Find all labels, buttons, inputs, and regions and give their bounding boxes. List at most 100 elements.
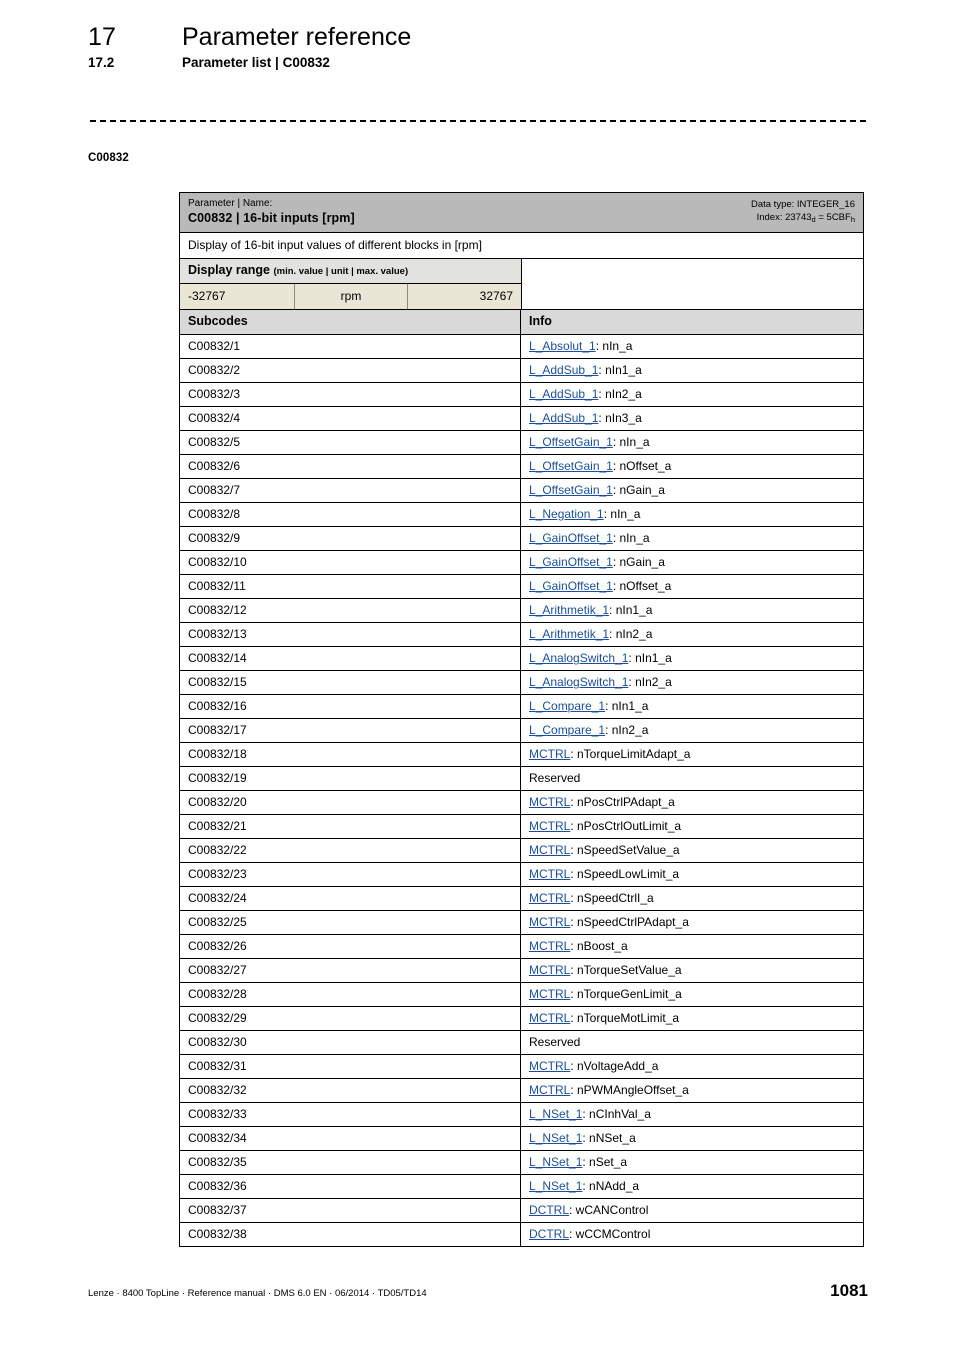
- signal-name: : nNSet_a: [582, 1131, 636, 1145]
- subcode-cell: C00832/36: [180, 1175, 521, 1198]
- subcode-cell: C00832/15: [180, 671, 521, 694]
- subcode-cell: C00832/29: [180, 1007, 521, 1030]
- table-row: C00832/18 MCTRL: nTorqueLimitAdapt_a: [180, 743, 863, 767]
- function-block-link[interactable]: MCTRL: [529, 915, 570, 929]
- signal-name: : nSpeedLowLimit_a: [570, 867, 680, 881]
- table-row: C00832/36 L_NSet_1: nNAdd_a: [180, 1175, 863, 1199]
- function-block-link[interactable]: L_Arithmetik_1: [529, 603, 609, 617]
- info-cell: L_NSet_1: nNAdd_a: [521, 1175, 863, 1198]
- function-block-link[interactable]: MCTRL: [529, 795, 570, 809]
- info-cell: MCTRL: nPosCtrlOutLimit_a: [521, 815, 863, 838]
- function-block-link[interactable]: L_GainOffset_1: [529, 579, 613, 593]
- function-block-link[interactable]: MCTRL: [529, 963, 570, 977]
- function-block-link[interactable]: L_NSet_1: [529, 1179, 582, 1193]
- signal-name: : nIn_a: [612, 531, 650, 545]
- signal-name: : nPWMAngleOffset_a: [570, 1083, 689, 1097]
- info-cell: Reserved: [521, 1031, 863, 1054]
- function-block-link[interactable]: L_OffsetGain_1: [529, 483, 613, 497]
- index-hex: = 5CBF: [815, 212, 851, 223]
- subcode-cell: C00832/1: [180, 335, 521, 358]
- signal-name: : nIn2_a: [605, 723, 649, 737]
- info-cell: MCTRL: nSpeedSetValue_a: [521, 839, 863, 862]
- signal-name: : nIn1_a: [628, 651, 672, 665]
- function-block-link[interactable]: MCTRL: [529, 891, 570, 905]
- signal-name: : nSpeedCtrlI_a: [570, 891, 654, 905]
- signal-name: : nGain_a: [612, 555, 665, 569]
- index-decimal-subscript: d: [811, 215, 816, 224]
- subcode-cell: C00832/33: [180, 1103, 521, 1126]
- section-number: 17.2: [88, 55, 115, 70]
- table-row: C00832/23 MCTRL: nSpeedLowLimit_a: [180, 863, 863, 887]
- signal-name: : nIn_a: [603, 507, 641, 521]
- chapter-number: 17: [88, 23, 117, 51]
- info-cell: L_Compare_1: nIn2_a: [521, 719, 863, 742]
- table-row: C00832/11 L_GainOffset_1: nOffset_a: [180, 575, 863, 599]
- table-row: C00832/3 L_AddSub_1: nIn2_a: [180, 383, 863, 407]
- subcodes-row-container: C00832/1 L_Absolut_1 : nIn_a C00832/2 L_AddS…: [180, 335, 863, 1246]
- function-block-link[interactable]: MCTRL: [529, 1011, 570, 1025]
- subcode-cell: C00832/13: [180, 623, 521, 646]
- table-row: C00832/6 L_OffsetGain_1: nOffset_a: [180, 455, 863, 479]
- info-cell: DCTRL: wCANControl: [521, 1199, 863, 1222]
- function-block-link[interactable]: L_AddSub_1: [529, 411, 598, 425]
- info-cell: L_GainOffset_1: nIn_a: [521, 527, 863, 550]
- info-cell: L_AddSub_1: nIn1_a: [521, 359, 863, 382]
- function-block-link[interactable]: MCTRL: [529, 1083, 570, 1097]
- function-block-link[interactable]: L_Compare_1: [529, 723, 605, 737]
- display-range-header: Display range (min. value | unit | max. …: [180, 259, 521, 284]
- function-block-link[interactable]: MCTRL: [529, 819, 570, 833]
- display-range-block: Display range (min. value | unit | max. …: [180, 259, 863, 310]
- info-cell: MCTRL: nTorqueMotLimit_a: [521, 1007, 863, 1030]
- function-block-link[interactable]: L_NSet_1: [529, 1155, 582, 1169]
- table-row: C00832/19 Reserved: [180, 767, 863, 791]
- function-block-link[interactable]: MCTRL: [529, 1059, 570, 1073]
- function-block-link[interactable]: DCTRL: [529, 1203, 569, 1217]
- function-block-link[interactable]: L_Arithmetik_1: [529, 627, 609, 641]
- table-row: C00832/13 L_Arithmetik_1: nIn2_a: [180, 623, 863, 647]
- function-block-link[interactable]: L_AddSub_1: [529, 387, 598, 401]
- info-cell: MCTRL: nSpeedLowLimit_a: [521, 863, 863, 886]
- signal-name: : nCInhVal_a: [582, 1107, 651, 1121]
- table-row: C00832/28 MCTRL: nTorqueGenLimit_a: [180, 983, 863, 1007]
- function-block-link[interactable]: L_NSet_1: [529, 1107, 582, 1121]
- subcode-cell: C00832/25: [180, 911, 521, 934]
- function-block-link[interactable]: MCTRL: [529, 843, 570, 857]
- signal-name: : nNAdd_a: [582, 1179, 640, 1193]
- function-block-link[interactable]: L_GainOffset_1: [529, 531, 613, 545]
- subcode-cell: C00832/6: [180, 455, 521, 478]
- signal-name: : wCCMControl: [569, 1227, 651, 1241]
- info-cell: L_AnalogSwitch_1: nIn1_a: [521, 647, 863, 670]
- subcode-cell: C00832/18: [180, 743, 521, 766]
- function-block-link[interactable]: L_Absolut_1: [529, 339, 596, 353]
- function-block-link[interactable]: L_AddSub_1: [529, 363, 598, 377]
- subcodes-table-header: Subcodes Info: [180, 310, 863, 335]
- function-block-link[interactable]: DCTRL: [529, 1227, 569, 1241]
- display-range-left: Display range (min. value | unit | max. …: [180, 259, 522, 309]
- table-row: C00832/14 L_AnalogSwitch_1: nIn1_a: [180, 647, 863, 671]
- subcode-cell: C00832/5: [180, 431, 521, 454]
- function-block-link[interactable]: L_OffsetGain_1: [529, 459, 613, 473]
- function-block-link[interactable]: L_GainOffset_1: [529, 555, 613, 569]
- subcode-cell: C00832/38: [180, 1223, 521, 1246]
- subcode-cell: C00832/20: [180, 791, 521, 814]
- info-cell: L_OffsetGain_1: nOffset_a: [521, 455, 863, 478]
- function-block-link[interactable]: L_OffsetGain_1: [529, 435, 613, 449]
- function-block-link[interactable]: MCTRL: [529, 987, 570, 1001]
- function-block-link[interactable]: MCTRL: [529, 747, 570, 761]
- function-block-link[interactable]: L_Negation_1: [529, 507, 604, 521]
- function-block-link[interactable]: L_AnalogSwitch_1: [529, 651, 628, 665]
- function-block-link[interactable]: L_NSet_1: [529, 1131, 582, 1145]
- table-row: C00832/20 MCTRL: nPosCtrlPAdapt_a: [180, 791, 863, 815]
- info-cell: MCTRL: nTorqueGenLimit_a: [521, 983, 863, 1006]
- display-range-note: (min. value | unit | max. value): [273, 266, 409, 277]
- subcode-cell: C00832/28: [180, 983, 521, 1006]
- table-row: C00832/2 L_AddSub_1: nIn1_a: [180, 359, 863, 383]
- function-block-link[interactable]: L_AnalogSwitch_1: [529, 675, 628, 689]
- info-cell: L_NSet_1: nNSet_a: [521, 1127, 863, 1150]
- function-block-link[interactable]: MCTRL: [529, 939, 570, 953]
- function-block-link[interactable]: MCTRL: [529, 867, 570, 881]
- header-divider: [90, 120, 866, 122]
- info-cell: L_OffsetGain_1: nGain_a: [521, 479, 863, 502]
- subcode-cell: C00832/14: [180, 647, 521, 670]
- function-block-link[interactable]: L_Compare_1: [529, 699, 605, 713]
